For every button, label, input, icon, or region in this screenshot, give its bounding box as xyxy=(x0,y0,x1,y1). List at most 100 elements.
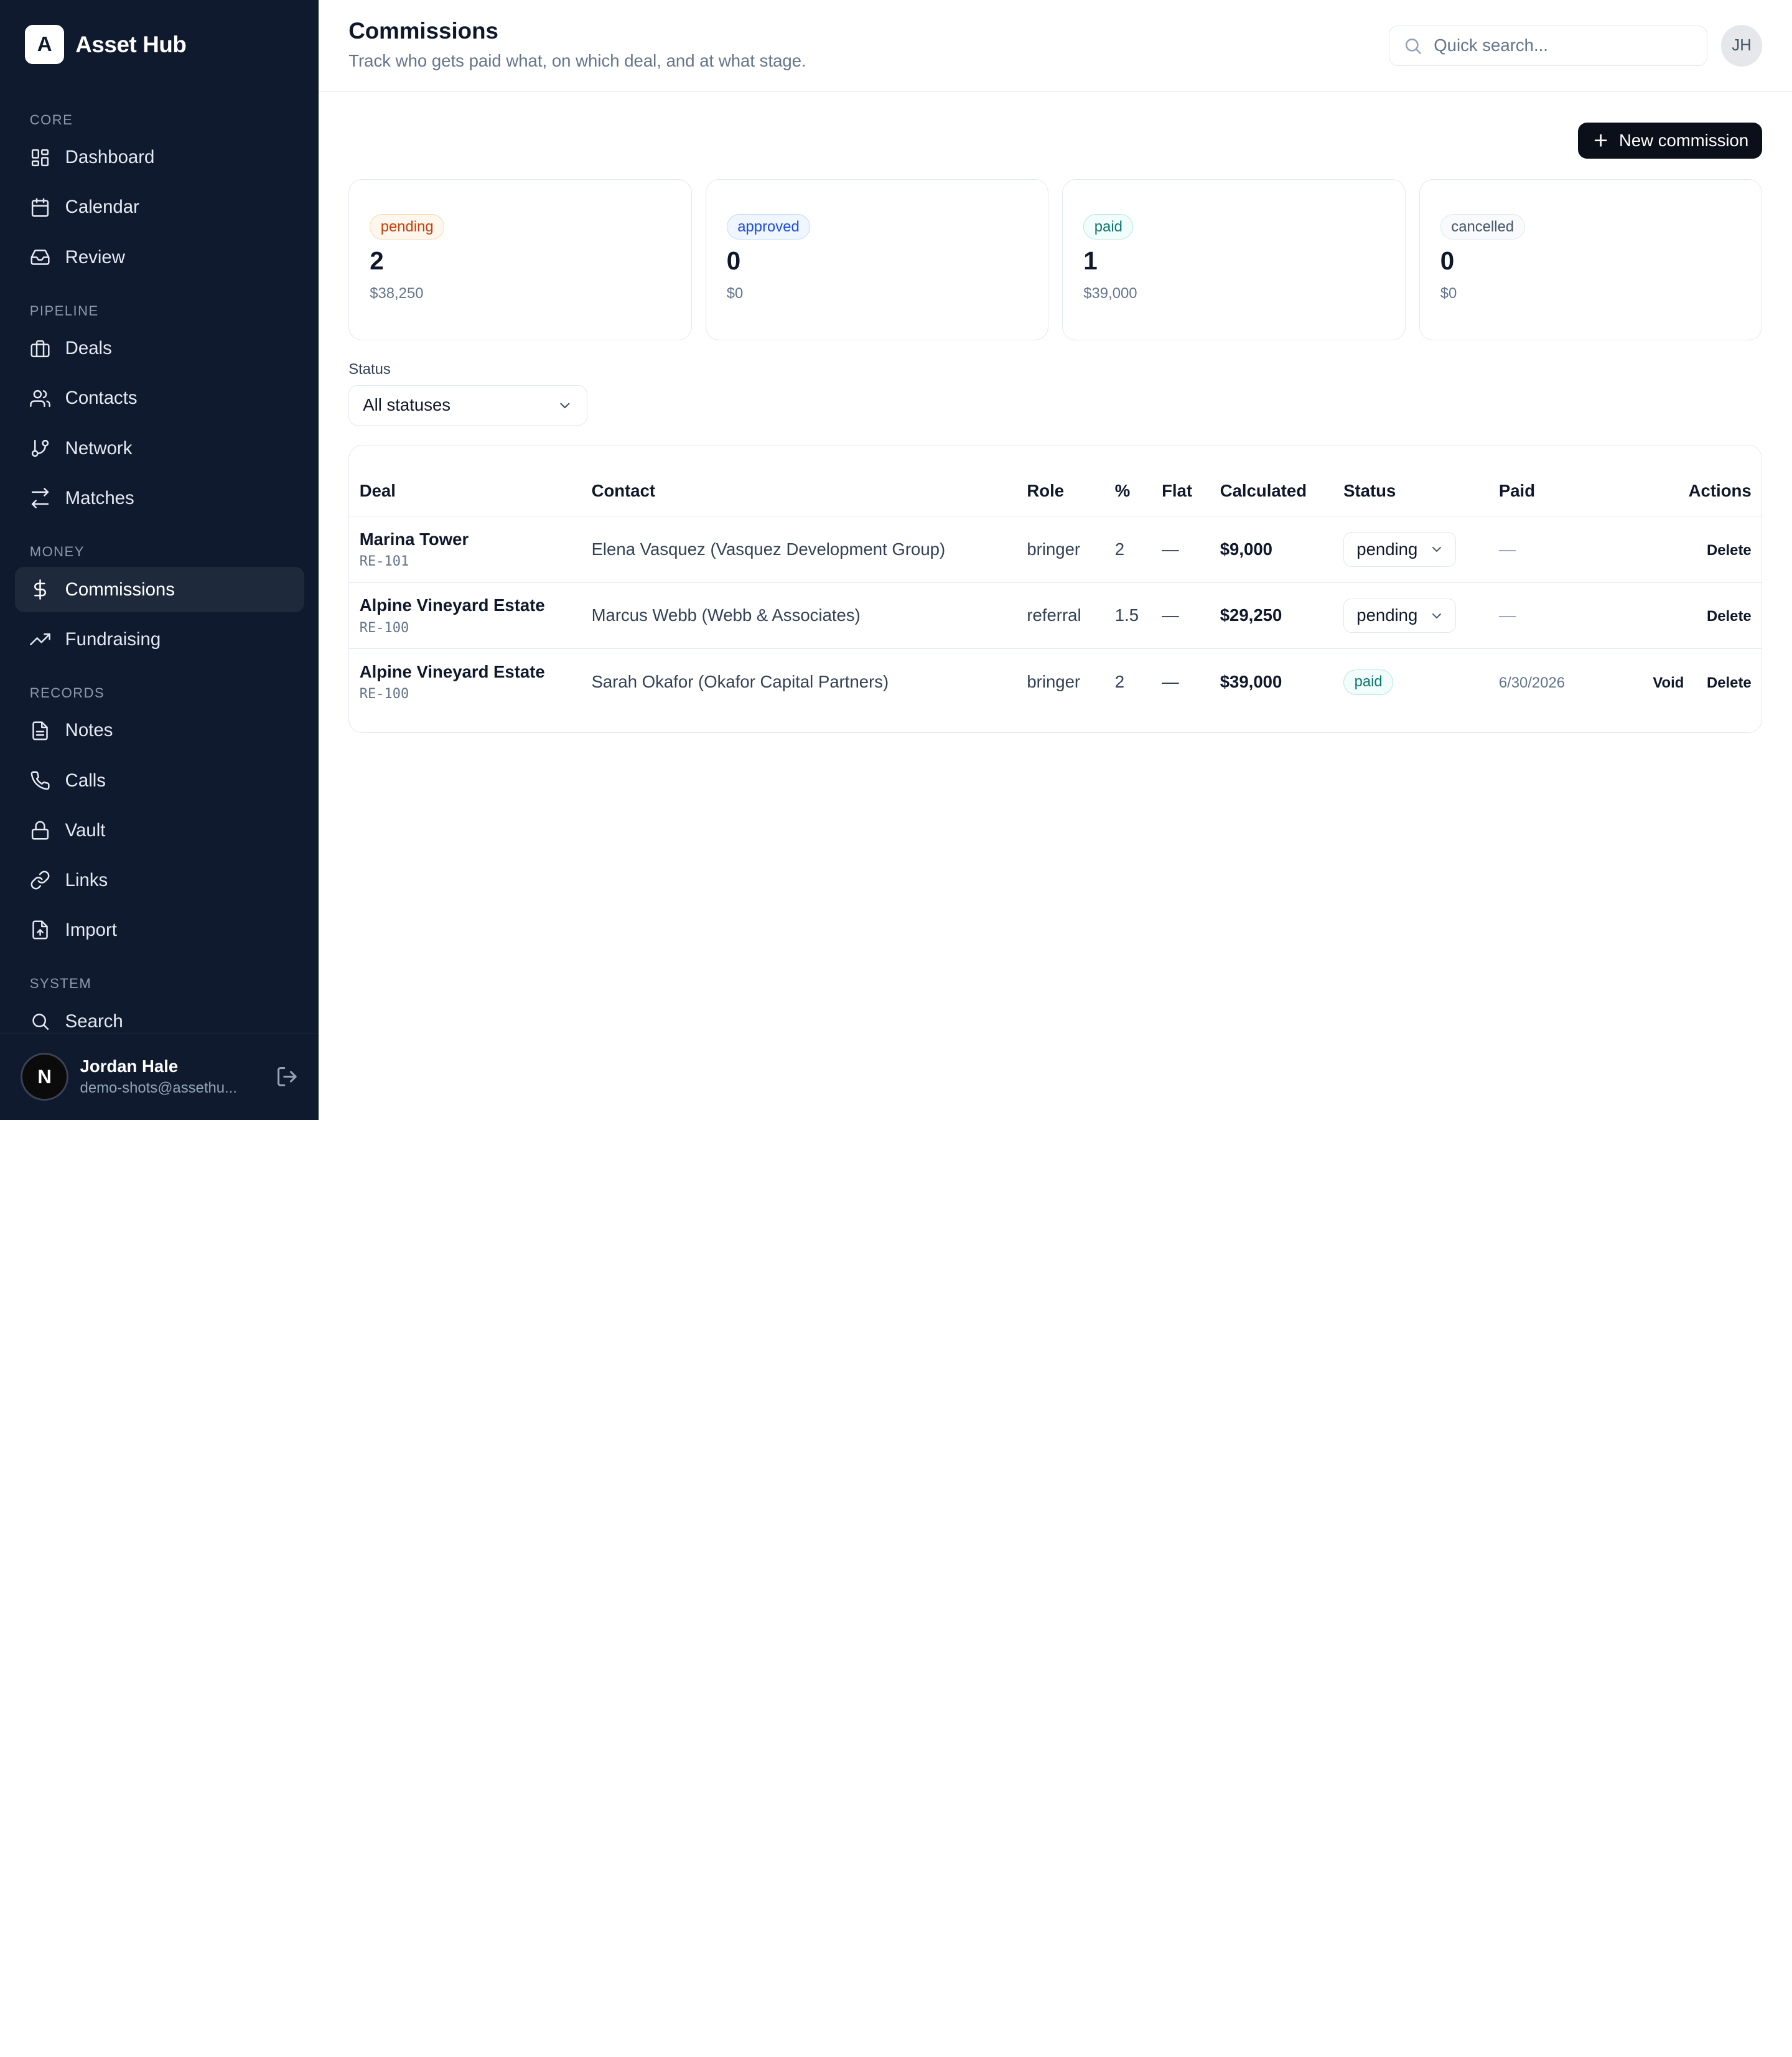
flat-cell: — xyxy=(1162,582,1220,650)
file-text-icon xyxy=(32,721,48,740)
card-count: 0 xyxy=(1440,246,1455,276)
status-badge: paid xyxy=(1083,214,1134,240)
table-row[interactable]: Alpine Vineyard Estate RE-100 Marcus Webb … xyxy=(349,582,1762,650)
search-icon xyxy=(32,1014,49,1030)
delete-button[interactable]: Delete xyxy=(1707,674,1752,691)
nav-section-title: RECORDS xyxy=(29,685,105,701)
actions-cell: Void Delete xyxy=(1625,649,1762,716)
void-button[interactable]: Void xyxy=(1653,674,1684,691)
chevron-down-icon xyxy=(1432,613,1441,618)
deal-name[interactable]: Marina Tower xyxy=(360,529,592,549)
sidebar-item-label: Import xyxy=(65,919,117,940)
summary-card-pending: pending 2 $38,250 xyxy=(348,179,692,341)
card-amount: $38,250 xyxy=(370,285,424,302)
users-icon xyxy=(29,389,50,408)
nav-section-title: SYSTEM xyxy=(29,976,92,992)
table-body: Marina Tower RE-101 Elena Vasquez (Vasquez… xyxy=(349,516,1762,716)
paid-cell: 6/30/2026 xyxy=(1499,649,1625,716)
actions-row: New commission xyxy=(348,122,1763,159)
paid-date: 6/30/2026 xyxy=(1498,674,1566,692)
card-amount: $39,000 xyxy=(1083,285,1137,302)
search-input[interactable] xyxy=(1434,35,1686,56)
sidebar-item-matches[interactable]: Matches xyxy=(15,475,304,521)
status-badge: pending xyxy=(370,214,445,240)
calculated-cell: $29,250 xyxy=(1220,582,1344,650)
sidebar-item-contacts[interactable]: Contacts xyxy=(15,376,304,421)
sidebar-item-label: Calls xyxy=(65,770,106,791)
sidebar-item-label: Dashboard xyxy=(65,147,155,168)
git-branch-icon xyxy=(31,439,49,457)
plus-icon xyxy=(1594,134,1607,147)
link-icon xyxy=(30,870,50,890)
top-right: JH xyxy=(1388,25,1763,67)
quick-search[interactable] xyxy=(1388,26,1708,66)
calculated-cell: $39,000 xyxy=(1220,672,1282,692)
sidebar-item-dashboard[interactable]: Dashboard xyxy=(15,135,304,180)
sidebar-item-deals[interactable]: Deals xyxy=(15,326,304,371)
column-header: Calculated xyxy=(1220,445,1344,517)
sidebar-item-fundraising[interactable]: Fundraising xyxy=(15,617,304,662)
logout-icon[interactable] xyxy=(276,1065,299,1088)
deal-cell: Alpine Vineyard Estate RE-100 xyxy=(349,582,592,650)
new-commission-button[interactable]: New commission xyxy=(1577,122,1763,159)
row-status-select[interactable]: pending xyxy=(1343,598,1456,633)
user-name: Jordan Hale xyxy=(80,1056,179,1076)
sidebar-item-label: Deals xyxy=(65,338,112,359)
deal-code: RE-100 xyxy=(359,686,409,702)
summary-card-cancelled: cancelled 0 $0 xyxy=(1419,179,1763,341)
sidebar-item-commissions[interactable]: Commissions xyxy=(14,566,304,613)
lock-icon xyxy=(31,821,49,840)
actions-cell: Delete xyxy=(1624,582,1762,650)
status-cell: paid xyxy=(1343,649,1499,716)
summary-card-paid: paid 1 $39,000 xyxy=(1062,179,1406,341)
sidebar-item-search[interactable]: Search xyxy=(15,999,304,1033)
card-amount: $0 xyxy=(726,285,744,302)
role-cell: referral xyxy=(1027,582,1115,650)
avatar[interactable]: N xyxy=(21,1053,69,1101)
sidebar-item-calls[interactable]: Calls xyxy=(15,758,304,803)
delete-button[interactable]: Delete xyxy=(1707,542,1752,559)
dollar-icon xyxy=(34,579,46,600)
sidebar-item-links[interactable]: Links xyxy=(15,857,304,903)
percent-cell: 2 xyxy=(1114,516,1162,583)
new-commission-label: New commission xyxy=(1618,130,1749,150)
paid-date: — xyxy=(1498,605,1516,625)
status-select-value: All statuses xyxy=(363,395,451,415)
sidebar-item-notes[interactable]: Notes xyxy=(15,708,304,753)
column-header: Status xyxy=(1343,445,1499,517)
contact-cell: Elena Vasquez (Vasquez Development Group… xyxy=(591,516,1027,583)
card-count: 2 xyxy=(370,246,384,276)
table-header: Deal Contact Role% Flat Calculated Status Paid… xyxy=(349,445,1762,517)
title-block: Commissions Track who gets paid what, on… xyxy=(348,18,806,71)
sidebar-item-import[interactable]: Import xyxy=(15,907,304,953)
sidebar-item-calendar[interactable]: Calendar xyxy=(15,185,304,230)
sidebar: A Asset Hub CORE Dashboard Calendar Review P… xyxy=(0,0,319,1120)
user-avatar[interactable]: JH xyxy=(1721,25,1763,67)
chevron-down-icon xyxy=(1432,546,1441,552)
table-row[interactable]: Alpine Vineyard Estate RE-100 Sarah Okafor… xyxy=(349,649,1762,716)
status-select[interactable]: All statuses xyxy=(348,385,588,426)
briefcase-icon xyxy=(30,340,50,358)
nav-section-title: PIPELINE xyxy=(29,302,99,319)
arrows-icon xyxy=(31,488,49,509)
brand-logo: A xyxy=(25,25,64,64)
paid-cell: — xyxy=(1498,516,1625,583)
table-row[interactable]: Marina Tower RE-101 Elena Vasquez (Vasquez… xyxy=(349,516,1762,583)
brand[interactable]: A Asset Hub xyxy=(0,0,319,89)
column-header: Contact xyxy=(591,445,1027,517)
flat-cell: — xyxy=(1162,516,1220,583)
sidebar-item-vault[interactable]: Vault xyxy=(15,808,304,853)
deal-name[interactable]: Alpine Vineyard Estate xyxy=(360,595,592,615)
deal-name[interactable]: Alpine Vineyard Estate xyxy=(360,662,592,682)
summary-cards: pending 2 $38,250 approved 0 $0 paid 1 $39,000 ca… xyxy=(348,179,1763,341)
sidebar-item-label: Network xyxy=(65,437,133,459)
sidebar-item-network[interactable]: Network xyxy=(15,426,304,471)
commissions-table: Deal Contact Role% Flat Calculated Status Paid… xyxy=(348,444,1763,733)
delete-button[interactable]: Delete xyxy=(1707,608,1752,625)
sidebar-item-review[interactable]: Review xyxy=(15,235,304,280)
sidebar-item-label: Links xyxy=(65,869,108,890)
row-status-select[interactable]: pending xyxy=(1343,532,1456,567)
sidebar-item-label: Matches xyxy=(65,487,134,508)
column-header: Paid xyxy=(1498,445,1625,517)
column-header: Flat xyxy=(1162,445,1220,517)
